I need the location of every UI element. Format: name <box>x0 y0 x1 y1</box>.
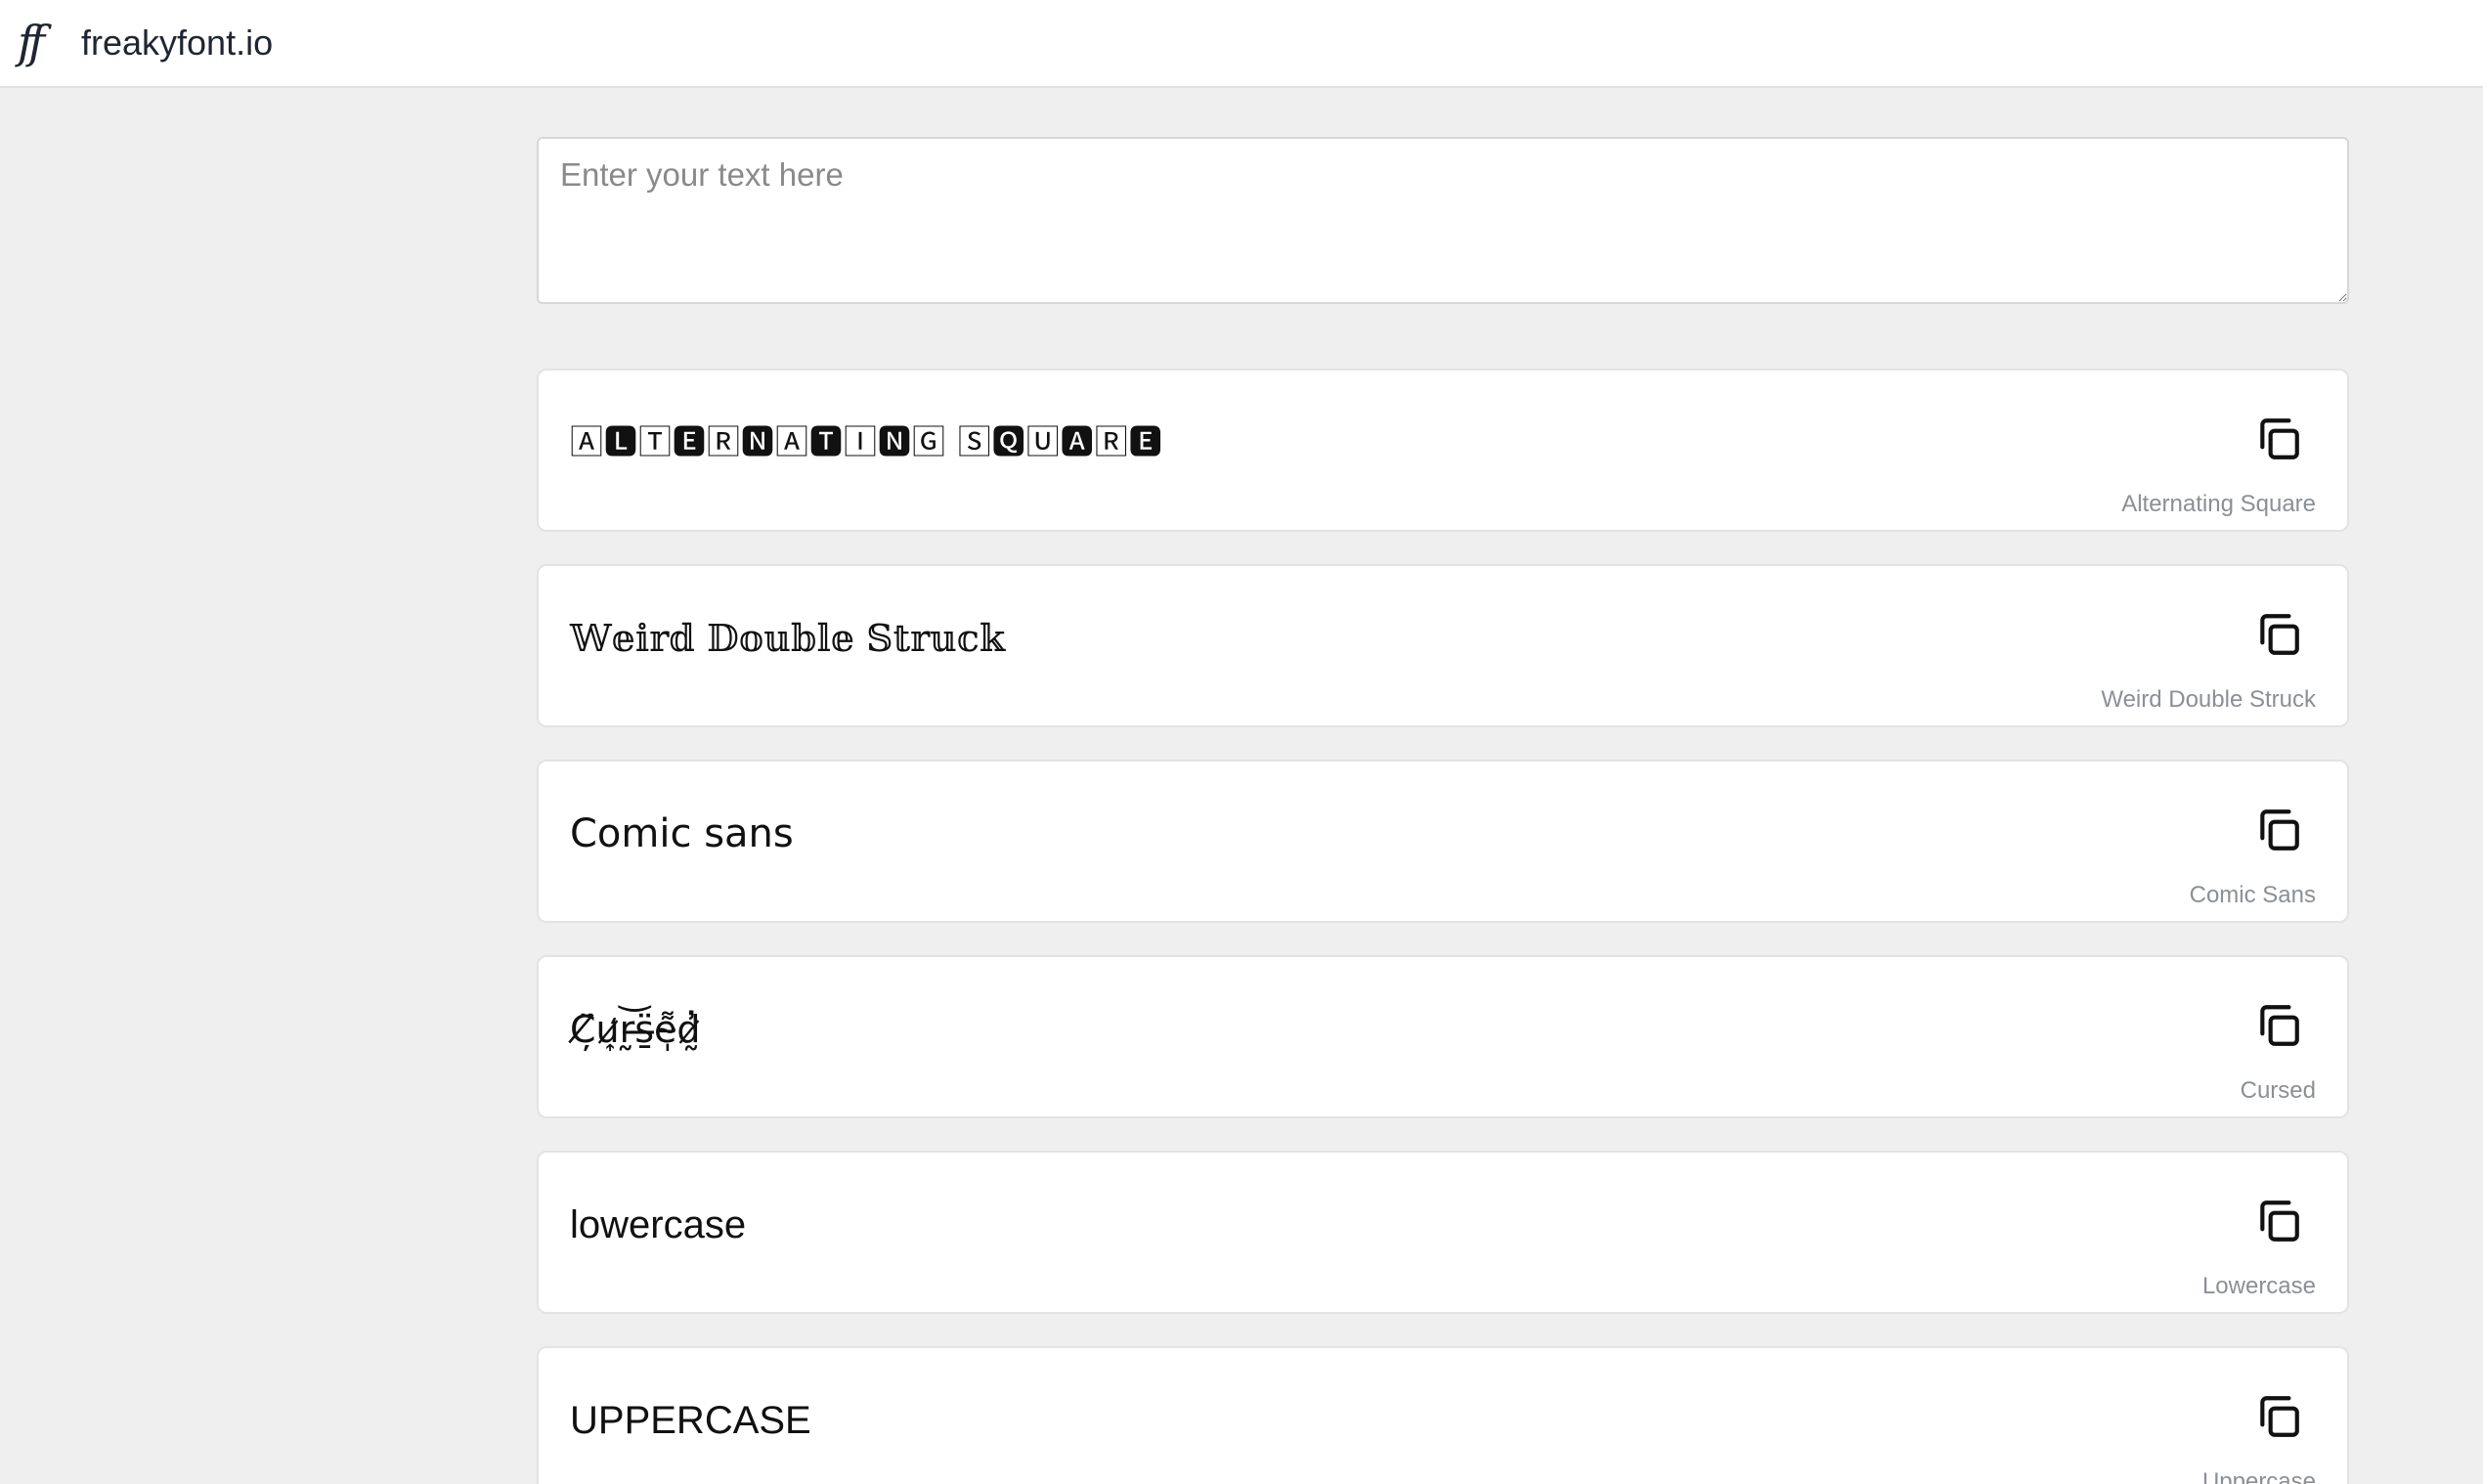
copy-icon <box>2260 614 2299 655</box>
font-style-label: Comic Sans <box>2189 882 2316 908</box>
copy-icon <box>2260 809 2299 851</box>
font-card-weird-double-struck: 𝕎𝕖𝕚𝕣𝕕 𝔻𝕠𝕦𝕓𝕝𝕖 𝕊𝕥𝕣𝕦𝕔𝕜 Weird Double Struck <box>537 564 2349 727</box>
font-preview[interactable]: Comic sans <box>570 805 794 863</box>
copy-button[interactable] <box>2249 1387 2308 1446</box>
text-input[interactable] <box>537 137 2349 304</box>
top-bar: ff freakyfont.io <box>0 0 2483 88</box>
font-preview[interactable]: 𝕎𝕖𝕚𝕣𝕕 𝔻𝕠𝕦𝕓𝕝𝕖 𝕊𝕥𝕣𝕦𝕔𝕜 <box>570 609 1005 668</box>
site-logo[interactable]: ff <box>18 16 45 68</box>
font-card-lowercase: lowercase Lowercase <box>537 1151 2349 1314</box>
font-preview[interactable]: C̸̦̈u̷͎̒r̵̰͝s̶̱̈e̴̩͌d̷̰̓ <box>570 1000 701 1059</box>
font-style-label: Cursed <box>2240 1077 2316 1104</box>
font-preview[interactable]: 🄰🅻🅃🅴🅁🅽🄰🆃🄸🅽🄶 🅂🆀🅄🅰🅁🅴 <box>570 414 1163 472</box>
copy-button[interactable] <box>2249 605 2308 664</box>
font-preview[interactable]: UPPERCASE <box>570 1391 811 1450</box>
font-card-uppercase: UPPERCASE Uppercase <box>537 1346 2349 1484</box>
copy-button[interactable] <box>2249 801 2308 859</box>
copy-icon <box>2260 1396 2299 1437</box>
font-style-label: Alternating Square <box>2121 491 2316 517</box>
font-style-label: Weird Double Struck <box>2101 686 2316 713</box>
copy-icon <box>2260 418 2299 459</box>
copy-button[interactable] <box>2249 1192 2308 1250</box>
site-name[interactable]: freakyfont.io <box>81 22 273 65</box>
font-card-alternating-square: 🄰🅻🅃🅴🅁🅽🄰🆃🄸🅽🄶 🅂🆀🅄🅰🅁🅴 Alternating Square <box>537 369 2349 532</box>
copy-icon <box>2260 1200 2299 1242</box>
font-card-comic-sans: Comic sans Comic Sans <box>537 760 2349 923</box>
copy-button[interactable] <box>2249 996 2308 1055</box>
font-card-cursed: C̸̦̈u̷͎̒r̵̰͝s̶̱̈e̴̩͌d̷̰̓ Cursed <box>537 955 2349 1118</box>
font-style-label: Uppercase <box>2201 1468 2316 1484</box>
copy-button[interactable] <box>2249 410 2308 468</box>
font-preview[interactable]: lowercase <box>570 1196 746 1254</box>
font-style-label: Lowercase <box>2201 1273 2316 1299</box>
copy-icon <box>2260 1005 2299 1046</box>
